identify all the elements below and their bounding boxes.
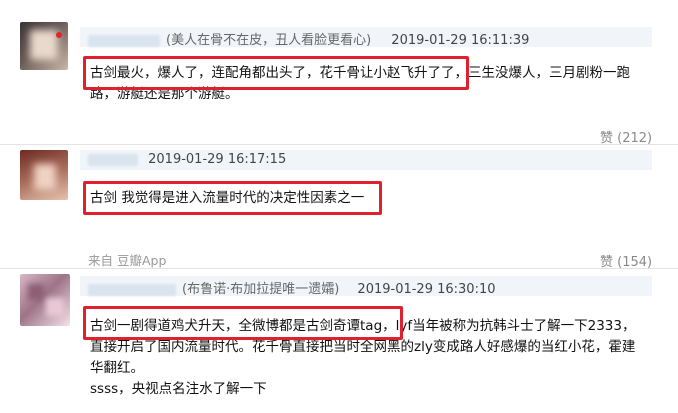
comment-source: 来自 豆瓣App bbox=[88, 253, 167, 268]
comment-line: 直接开启了国内流量时代。花千骨直接把当时全网黑的zly变成路人好感爆的当红小花，… bbox=[90, 339, 636, 355]
divider bbox=[0, 268, 678, 269]
user-note: (布鲁诺·布加拉提唯一遗孀) bbox=[182, 282, 340, 297]
comment-time: 2019-01-29 16:17:15 bbox=[148, 152, 287, 167]
comment-time: 2019-01-29 16:11:39 bbox=[391, 33, 530, 48]
comment-line: 路，游艇还是那个游艇。 bbox=[90, 86, 239, 102]
username[interactable] bbox=[88, 34, 160, 47]
comment-time: 2019-01-29 16:30:10 bbox=[357, 282, 496, 297]
comment-line: ssss，央视点名注水了解一下 bbox=[90, 381, 267, 397]
comment-text: 古剑一剧得道鸡犬升天，全微博都是古剑奇谭tag，lyf当年被称为抗韩斗士了解一下… bbox=[90, 316, 660, 400]
username[interactable] bbox=[88, 283, 176, 296]
comment-text: 古剑最火，爆人了，连配角都出头了，花千骨让小赵飞升了了，三生没爆人，三月剧粉一跑… bbox=[90, 63, 660, 105]
comment-meta: (布鲁诺·布加拉提唯一遗孀) 2019-01-29 16:30:10 bbox=[88, 278, 496, 297]
comment-line: 古剑一剧得道鸡犬升天，全微博都是古剑奇谭tag，lyf当年被称为抗韩斗士了解一下… bbox=[90, 318, 636, 334]
avatar[interactable] bbox=[20, 274, 70, 326]
avatar[interactable] bbox=[20, 22, 68, 70]
comment-line: 古剑最火，爆人了，连配角都出头了，花千骨让小赵飞升了了，三生没爆人，三月剧粉一跑 bbox=[90, 65, 630, 81]
comment-line: 华翻红。 bbox=[90, 360, 144, 376]
avatar[interactable] bbox=[20, 150, 68, 200]
user-note: (美人在骨不在皮，丑人看脸更看心) bbox=[166, 33, 372, 48]
comment-text: 古剑 我觉得是进入流量时代的决定性因素之一 bbox=[90, 188, 660, 209]
comment-meta: (美人在骨不在皮，丑人看脸更看心) 2019-01-29 16:11:39 bbox=[88, 29, 529, 48]
divider bbox=[0, 144, 678, 145]
comment-meta: 2019-01-29 16:17:15 bbox=[88, 152, 286, 167]
comment-line: 古剑 我觉得是进入流量时代的决定性因素之一 bbox=[90, 190, 365, 206]
username[interactable] bbox=[88, 153, 138, 166]
